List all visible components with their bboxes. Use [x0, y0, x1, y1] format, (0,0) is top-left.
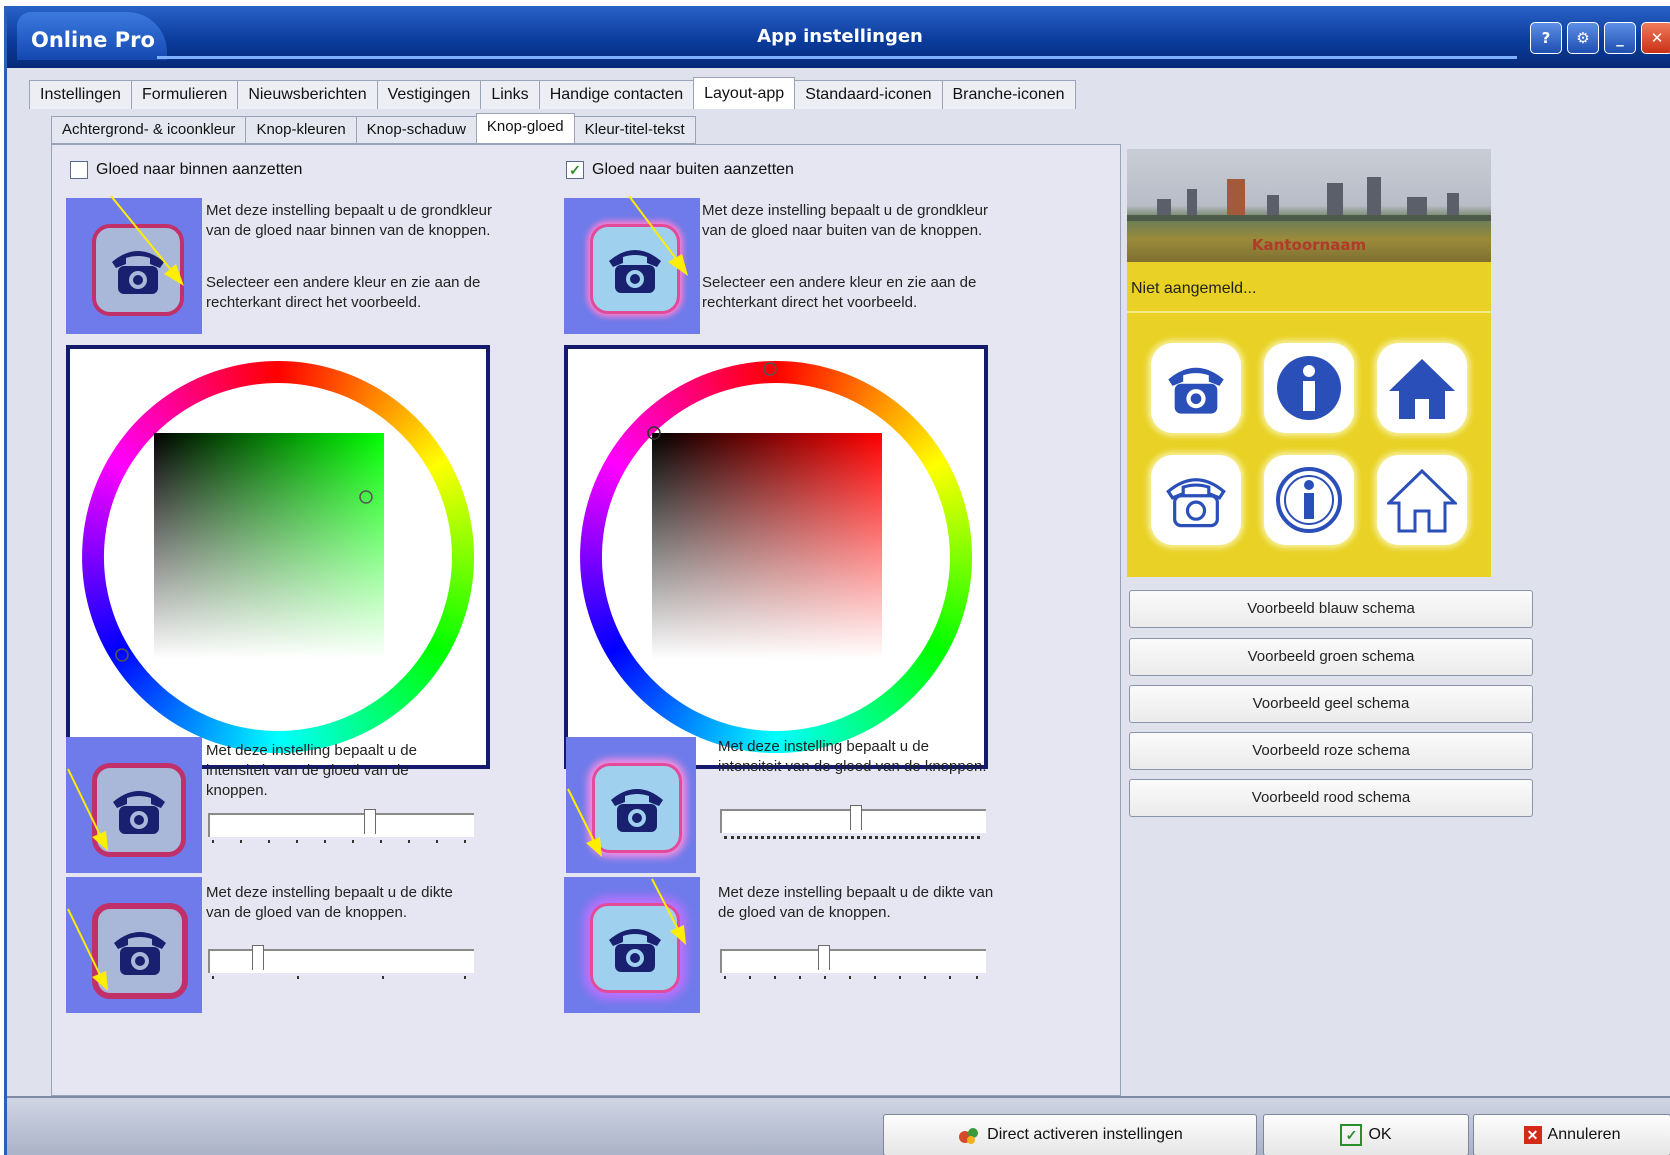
slider-ticks: [724, 836, 980, 839]
outer-color-picker[interactable]: [564, 345, 988, 769]
office-name: Kantoornaam: [1251, 236, 1367, 254]
inner-glow-checkbox[interactable]: [70, 161, 88, 179]
activate-settings-label: Direct activeren instellingen: [987, 1126, 1183, 1143]
tab-links[interactable]: Links: [480, 80, 540, 109]
title-divider: [157, 56, 1517, 59]
outer-intensity-preview: [566, 737, 696, 873]
slider-track[interactable]: [208, 949, 474, 973]
outer-intensity-desc: Met deze instelling bepaalt u de intensi…: [718, 738, 987, 775]
inner-color-desc: Met deze instelling bepaalt u de grondkl…: [206, 202, 493, 239]
yellow-schema-button[interactable]: Voorbeeld geel schema: [1129, 685, 1533, 723]
subtab-knop-schaduw[interactable]: Knop-schaduw: [355, 116, 477, 144]
login-status: Niet aangemeld...: [1131, 280, 1257, 297]
outer-color-desc: Met deze instelling bepaalt u de grondkl…: [702, 202, 989, 239]
outer-color-hint: Selecteer een andere kleur en zie aan de…: [702, 274, 977, 311]
arrow-icon: [628, 195, 688, 276]
tab-nieuwsberichten[interactable]: Nieuwsberichten: [237, 80, 378, 109]
outer-thickness-preview: [564, 877, 700, 1013]
outer-hue-wheel[interactable]: [568, 349, 984, 765]
subtab-achtergrond[interactable]: Achtergrond- & icoonkleur: [51, 116, 247, 144]
phone-icon[interactable]: [1151, 343, 1241, 433]
ok-label: OK: [1368, 1126, 1392, 1143]
main-tab-bar: Instellingen Formulieren Nieuwsberichten…: [29, 77, 1076, 109]
tab-layout-app[interactable]: Layout-app: [693, 77, 796, 109]
tab-formulieren[interactable]: Formulieren: [130, 80, 239, 109]
status-divider: [1127, 311, 1491, 313]
slider-knob[interactable]: [364, 809, 376, 834]
close-button[interactable]: ✕: [1641, 22, 1670, 54]
slider-ticks: [212, 840, 466, 843]
outer-thickness-desc: Met deze instelling bepaalt u de dikte v…: [718, 884, 994, 921]
home-outline-icon[interactable]: [1377, 455, 1467, 545]
inner-intensity-slider[interactable]: [208, 807, 474, 847]
outer-color-preview: [564, 195, 700, 334]
activate-settings-button[interactable]: Direct activeren instellingen: [883, 1114, 1257, 1155]
activate-icon: [959, 1128, 979, 1144]
inner-intensity-preview: [66, 737, 202, 873]
outer-glow-label: Gloed naar buiten aanzetten: [592, 161, 794, 178]
green-schema-button[interactable]: Voorbeeld groen schema: [1129, 638, 1533, 676]
subtab-kleur-titel-tekst[interactable]: Kleur-titel-tekst: [573, 116, 696, 144]
inner-color-picker[interactable]: [66, 345, 490, 769]
sub-tab-bar: Achtergrond- & icoonkleur Knop-kleuren K…: [51, 113, 696, 144]
slider-knob[interactable]: [818, 945, 830, 970]
tab-branche-iconen[interactable]: Branche-iconen: [941, 80, 1076, 109]
inner-glow-label: Gloed naar binnen aanzetten: [96, 161, 303, 178]
slider-ticks: [724, 976, 978, 979]
window-title: App instellingen: [757, 26, 923, 47]
subtab-knop-kleuren[interactable]: Knop-kleuren: [245, 116, 357, 144]
arrow-icon: [651, 878, 686, 945]
tab-vestigingen[interactable]: Vestigingen: [376, 80, 482, 109]
tab-instellingen[interactable]: Instellingen: [29, 80, 132, 109]
arrow-icon: [67, 768, 108, 851]
ok-button[interactable]: ✓ OK: [1263, 1114, 1469, 1155]
cancel-icon: ✕: [1523, 1126, 1542, 1144]
red-schema-button[interactable]: Voorbeeld rood schema: [1129, 779, 1533, 817]
slider-knob[interactable]: [850, 805, 862, 830]
inner-intensity-desc: Met deze instelling bepaalt u de intensi…: [206, 742, 417, 799]
outer-glow-toggle[interactable]: ✓ Gloed naar buiten aanzetten: [566, 161, 794, 179]
slider-track[interactable]: [208, 813, 474, 837]
title-bar: Online Pro App instellingen ? ⚙ _ ✕: [7, 6, 1670, 68]
help-button[interactable]: ?: [1530, 22, 1562, 54]
check-icon: ✓: [1340, 1124, 1363, 1146]
inner-color-preview: [66, 195, 202, 334]
inner-thickness-desc: Met deze instelling bepaalt u de dikte v…: [206, 884, 453, 921]
arrow-icon: [110, 195, 184, 286]
inner-hue-wheel[interactable]: [70, 349, 486, 765]
subtab-knop-gloed[interactable]: Knop-gloed: [475, 113, 575, 144]
pink-schema-button[interactable]: Voorbeeld roze schema: [1129, 732, 1533, 770]
inner-thickness-preview: [66, 877, 202, 1013]
app-window: Online Pro App instellingen ? ⚙ _ ✕ Inst…: [4, 6, 1670, 1155]
inner-glow-toggle[interactable]: Gloed naar binnen aanzetten: [70, 161, 302, 179]
minimize-button[interactable]: _: [1604, 22, 1636, 54]
window-controls: ? ⚙ _ ✕: [1530, 22, 1670, 54]
arrow-icon: [67, 908, 108, 991]
info-icon[interactable]: [1264, 343, 1354, 433]
inner-thickness-slider[interactable]: [208, 943, 474, 983]
phone-outline-icon[interactable]: [1151, 455, 1241, 545]
app-preview: Kantoornaam Niet aangemeld...: [1127, 149, 1491, 577]
slider-track[interactable]: [720, 949, 986, 973]
info-outline-icon[interactable]: [1264, 455, 1354, 545]
cancel-button[interactable]: ✕ Annuleren: [1473, 1114, 1670, 1155]
tab-handige-contacten[interactable]: Handige contacten: [538, 80, 695, 109]
outer-glow-checkbox[interactable]: ✓: [566, 161, 584, 179]
outer-intensity-slider[interactable]: [720, 803, 986, 843]
slider-ticks: [212, 976, 466, 979]
blue-schema-button[interactable]: Voorbeeld blauw schema: [1129, 590, 1533, 628]
glow-settings-panel: Gloed naar binnen aanzetten Met deze ins…: [51, 144, 1121, 1096]
inner-color-hint: Selecteer een andere kleur en zie aan de…: [206, 274, 481, 311]
arrow-icon: [567, 788, 602, 857]
tab-standaard-iconen[interactable]: Standaard-iconen: [794, 80, 943, 109]
slider-knob[interactable]: [252, 945, 264, 970]
outer-thickness-slider[interactable]: [720, 943, 986, 983]
settings-button[interactable]: ⚙: [1567, 22, 1599, 54]
home-icon[interactable]: [1377, 343, 1467, 433]
cancel-label: Annuleren: [1547, 1126, 1621, 1143]
